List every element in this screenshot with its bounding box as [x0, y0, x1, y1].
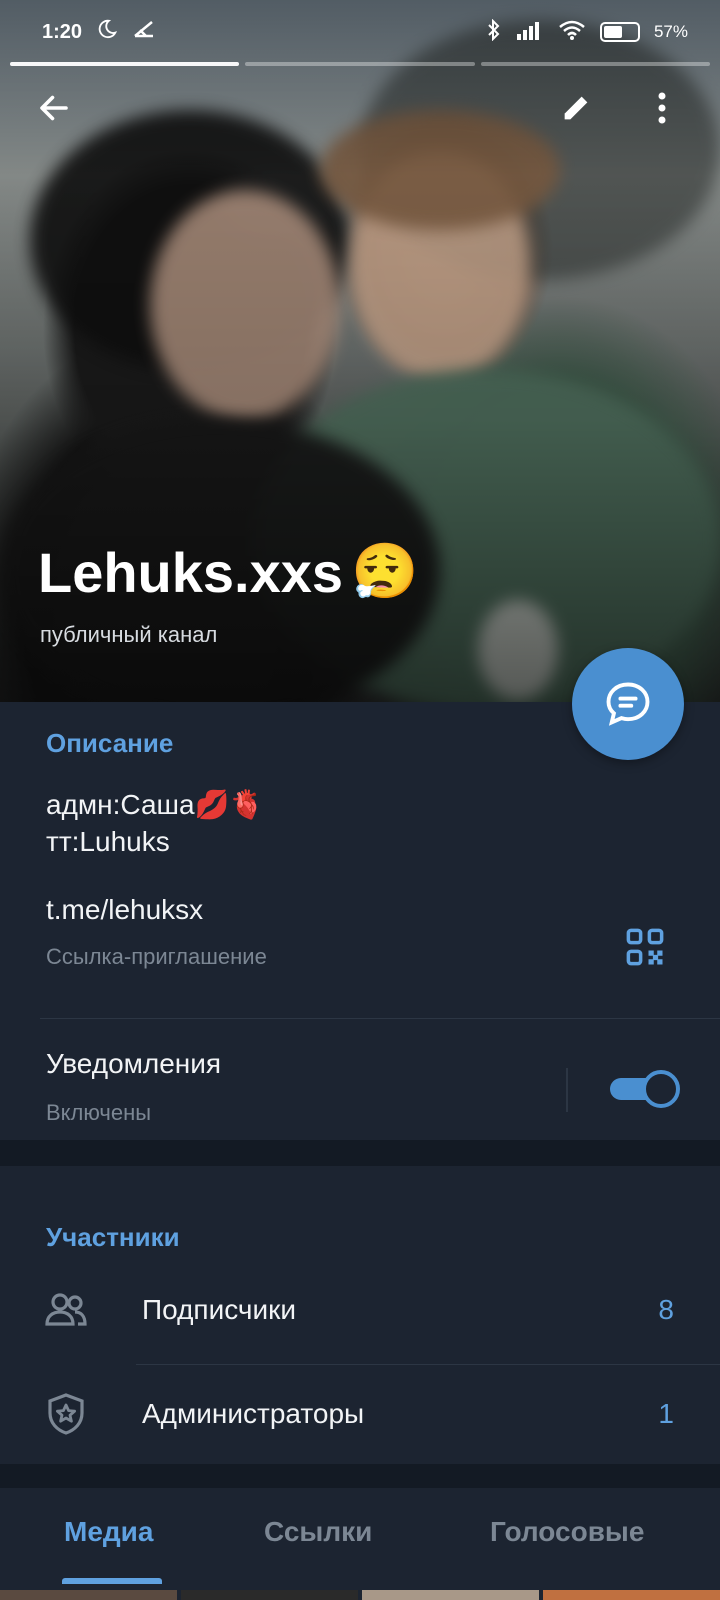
channel-type: публичный канал: [40, 622, 218, 647]
tab-voice[interactable]: Голосовые: [490, 1516, 644, 1548]
users-icon: [42, 1286, 90, 1334]
tab-media[interactable]: Медиа: [64, 1516, 153, 1548]
channel-name-emoji: 😮‍💨: [351, 542, 419, 602]
shield-star-icon: [42, 1390, 90, 1438]
qr-code-button[interactable]: [624, 926, 666, 973]
invite-link-caption: Ссылка-приглашение: [46, 944, 267, 969]
description-title: Описание: [46, 728, 174, 758]
members-title: Участники: [46, 1222, 180, 1252]
tab-links[interactable]: Ссылки: [264, 1516, 372, 1548]
more-vertical-icon: [658, 92, 666, 124]
media-grid-preview: [0, 1590, 720, 1600]
photo-progress-segment: [245, 62, 475, 66]
toggle-knob: [642, 1070, 680, 1108]
notifications-status: Включены: [46, 1100, 152, 1125]
open-chat-button[interactable]: [572, 648, 684, 760]
description-line-2: тт:Luhuks: [46, 826, 170, 857]
administrators-count: 1: [658, 1398, 674, 1429]
subscribers-label: Подписчики: [142, 1294, 297, 1325]
divider: [40, 1018, 720, 1019]
description-line-1: адмн:Саша💋🫀: [46, 789, 265, 820]
app-notification-icon: [132, 18, 156, 46]
subscribers-row[interactable]: Подписчики 8: [0, 1262, 720, 1362]
top-toolbar: [0, 80, 720, 140]
signal-icon: [516, 20, 544, 45]
qr-code-icon: [626, 928, 664, 966]
wifi-icon: [558, 19, 586, 46]
battery-icon: [599, 22, 640, 42]
bluetooth-icon: [486, 18, 502, 46]
invite-link[interactable]: t.me/lehuksx: [46, 894, 203, 926]
subscribers-count: 8: [658, 1294, 674, 1325]
photo-progress-bars: [10, 62, 710, 66]
notifications-label[interactable]: Уведомления: [46, 1048, 221, 1080]
media-thumbnail[interactable]: [362, 1590, 539, 1600]
battery-percent: 57%: [653, 22, 688, 41]
pencil-icon: [564, 96, 588, 120]
status-time: 1:20: [42, 20, 83, 43]
channel-name-text: Lehuks.xxs: [38, 541, 344, 604]
divider: [136, 1364, 720, 1365]
channel-name: Lehuks.xxs 😮‍💨: [38, 540, 418, 605]
media-thumbnail[interactable]: [543, 1590, 720, 1600]
active-tab-indicator: [62, 1578, 162, 1584]
media-tabs: Медиа Ссылки Голосовые: [0, 1488, 720, 1600]
photo-progress-segment: [480, 62, 710, 66]
chat-bubble-icon: [606, 682, 650, 726]
administrators-row[interactable]: Администраторы 1: [0, 1366, 720, 1466]
edit-button[interactable]: [548, 80, 604, 136]
moon-icon: [96, 18, 118, 46]
back-arrow-icon: [40, 95, 68, 121]
vertical-divider: [566, 1068, 568, 1112]
more-options-button[interactable]: [644, 80, 680, 136]
status-bar: 1:20 57%: [0, 0, 720, 64]
section-gap: [0, 1140, 720, 1166]
section-gap: [0, 1464, 720, 1488]
media-thumbnail[interactable]: [181, 1590, 358, 1600]
photo-progress-segment: [10, 62, 240, 66]
administrators-label: Администраторы: [142, 1398, 365, 1429]
media-thumbnail[interactable]: [0, 1590, 177, 1600]
back-button[interactable]: [26, 80, 82, 136]
notifications-toggle[interactable]: [610, 1070, 680, 1108]
